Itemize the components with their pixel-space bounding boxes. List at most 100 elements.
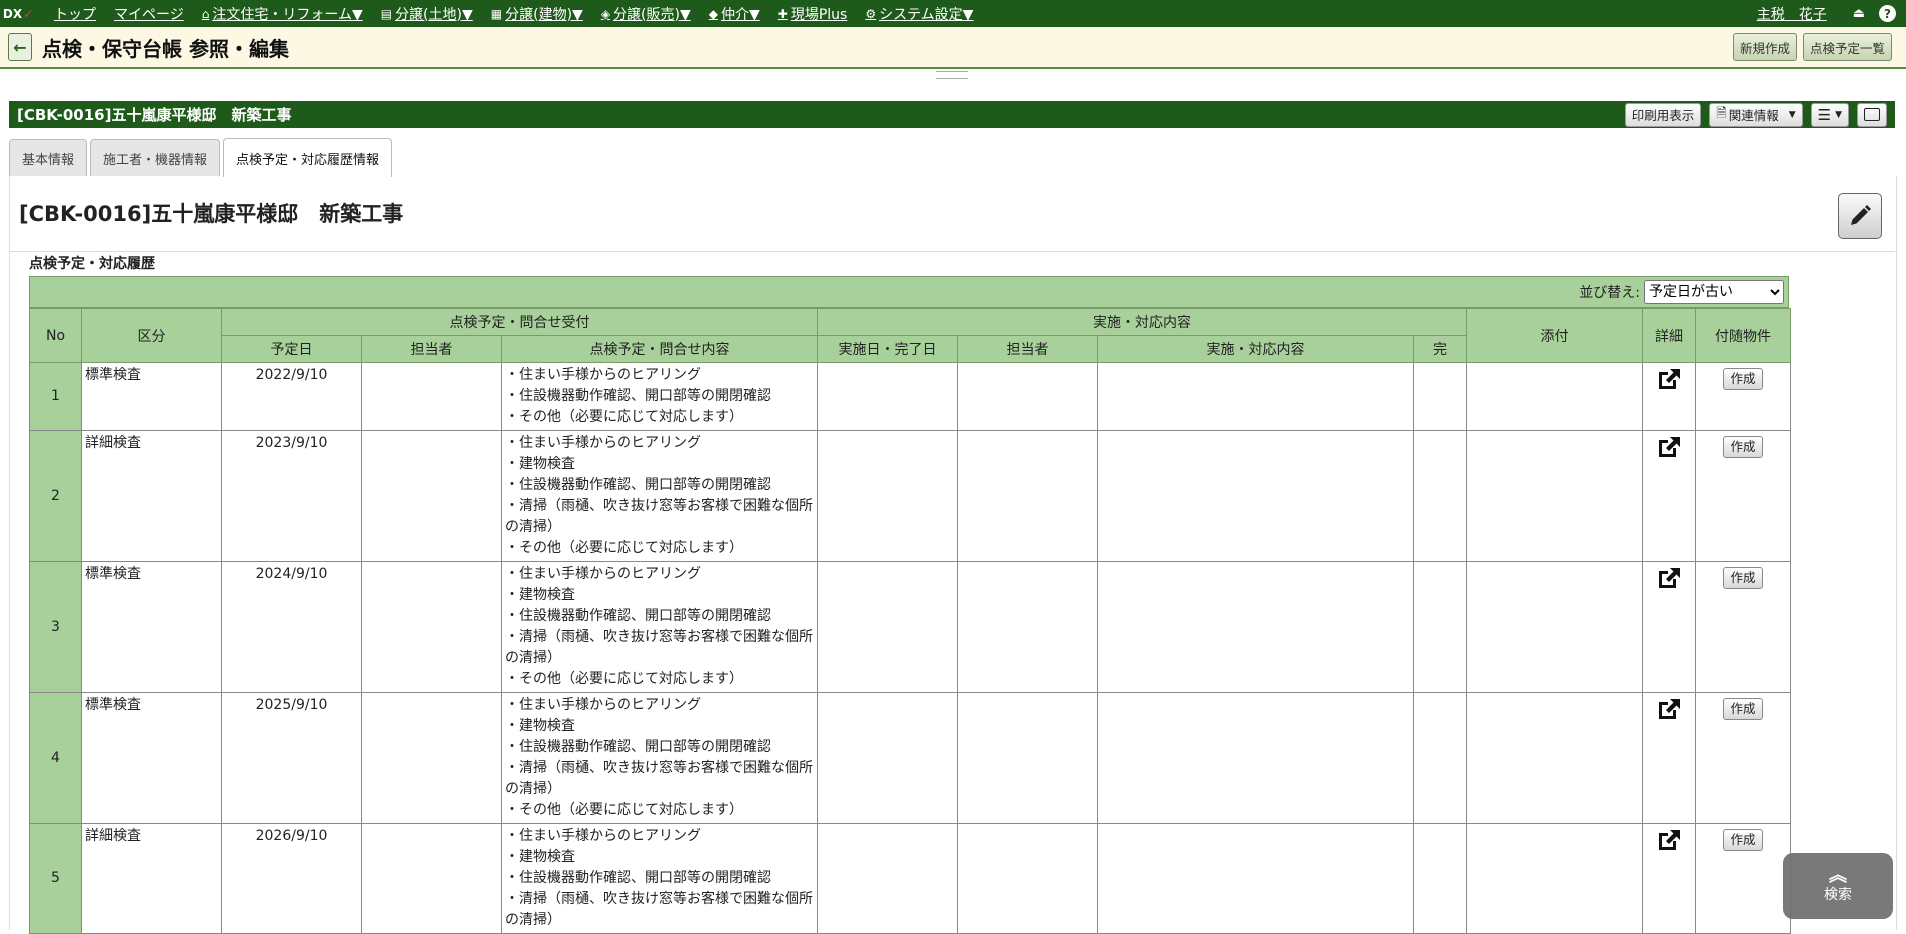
row-exec-content xyxy=(1097,362,1414,431)
col-kubun: 区分 xyxy=(81,308,222,363)
search-label: 検索 xyxy=(1824,887,1852,903)
col-exec-date: 実施日・完了日 xyxy=(817,335,958,363)
app-logo[interactable]: DX ✓ xyxy=(0,0,36,27)
content-line: ・清掃（雨樋、吹き抜け窓等お客様で困難な個所の清掃） xyxy=(505,760,813,797)
logout-icon[interactable]: ⏏ xyxy=(1853,6,1865,21)
row-exec-date xyxy=(817,823,958,934)
row-plan-person xyxy=(361,692,502,824)
create-button[interactable]: 作成 xyxy=(1723,698,1763,720)
row-no: 5 xyxy=(29,823,82,934)
col-plan-content: 点検予定・問合せ内容 xyxy=(501,335,818,363)
content-line: ・住まい手様からのヒアリング xyxy=(505,828,701,844)
external-link-icon[interactable] xyxy=(1656,566,1682,597)
nav-item[interactable]: ⌂ 注文住宅・リフォーム▼ xyxy=(202,4,363,24)
row-exec-person xyxy=(957,823,1098,934)
content-line: ・住設機器動作確認、開口部等の開閉確認 xyxy=(505,870,771,886)
table-row: 3 標準検査 2024/9/10 ・住まい手様からのヒアリング ・建物検査 ・住設機器動作… xyxy=(29,561,1791,693)
row-plan-date: 2026/9/10 xyxy=(221,823,362,934)
nav-item[interactable]: ◆ 仲介▼ xyxy=(709,4,760,24)
table-row: 5 詳細検査 2026/9/10 ・住まい手様からのヒアリング ・建物検査 ・住設機器動作… xyxy=(29,823,1791,934)
row-property: 作成 xyxy=(1695,823,1791,934)
col-attach: 添付 xyxy=(1466,308,1643,363)
row-exec-content xyxy=(1097,430,1414,562)
create-button[interactable]: 作成 xyxy=(1723,829,1763,851)
content-line: ・住設機器動作確認、開口部等の開閉確認 xyxy=(505,739,771,755)
floating-search-button[interactable]: ︽ 検索 xyxy=(1783,853,1893,919)
row-property: 作成 xyxy=(1695,430,1791,562)
nav-item-label: 注文住宅・リフォーム▼ xyxy=(212,6,363,23)
help-icon[interactable]: ? xyxy=(1879,5,1896,22)
row-attach xyxy=(1466,692,1643,824)
new-create-button[interactable]: 新規作成 xyxy=(1732,33,1797,61)
row-done xyxy=(1413,823,1467,934)
row-detail xyxy=(1642,362,1696,431)
row-no: 3 xyxy=(29,561,82,693)
content-line: ・住まい手様からのヒアリング xyxy=(505,566,701,582)
row-detail xyxy=(1642,561,1696,693)
col-no: No xyxy=(29,308,82,363)
page-title: 点検・保守台帳 参照・編集 xyxy=(42,36,289,61)
external-link-icon[interactable] xyxy=(1656,367,1682,398)
row-kubun: 標準検査 xyxy=(81,362,222,431)
row-attach xyxy=(1466,362,1643,431)
col-plan-date: 予定日 xyxy=(221,335,362,363)
nav-item[interactable]: ▤ 分譲(土地)▼ xyxy=(381,4,473,24)
hamburger-icon: ☰ xyxy=(1817,105,1832,124)
create-button[interactable]: 作成 xyxy=(1723,368,1763,390)
user-name-link[interactable]: 主税 花子 xyxy=(1757,4,1827,24)
row-no: 4 xyxy=(29,692,82,824)
row-done xyxy=(1413,561,1467,693)
col-property: 付随物件 xyxy=(1695,308,1791,363)
row-kubun: 標準検査 xyxy=(81,561,222,693)
row-plan-content: ・住まい手様からのヒアリング ・建物検査 ・住設機器動作確認、開口部等の開閉確認 ・清… xyxy=(501,561,818,693)
content-line: ・その他（必要に応じて対応します） xyxy=(505,409,743,425)
nav-item-label: 分譲(建物)▼ xyxy=(505,6,583,23)
row-attach xyxy=(1466,823,1643,934)
record-header-bar: [CBK-0016]五十嵐康平様邸 新築工事 印刷用表示 🗎 関連情報 ▼ ☰ … xyxy=(9,101,1895,128)
nav-item[interactable]: トップ xyxy=(54,4,96,24)
nav-item[interactable]: ▦ 分譲(建物)▼ xyxy=(491,4,583,24)
create-button[interactable]: 作成 xyxy=(1723,436,1763,458)
nav-item[interactable]: マイページ xyxy=(114,4,184,24)
content-line: ・住まい手様からのヒアリング xyxy=(505,697,701,713)
tab-builder-equipment[interactable]: 施工者・機器情報 xyxy=(90,139,221,176)
content-line: ・住まい手様からのヒアリング xyxy=(505,435,701,451)
tab-basic-info[interactable]: 基本情報 xyxy=(9,139,88,176)
nav-item[interactable]: ✚ 現場Plus xyxy=(778,4,848,24)
row-plan-date: 2024/9/10 xyxy=(221,561,362,693)
row-property: 作成 xyxy=(1695,362,1791,431)
row-plan-person xyxy=(361,561,502,693)
row-exec-content xyxy=(1097,561,1414,693)
nav-item-label: システム設定▼ xyxy=(879,6,974,23)
create-button[interactable]: 作成 xyxy=(1723,567,1763,589)
row-plan-content: ・住まい手様からのヒアリング ・建物検査 ・住設機器動作確認、開口部等の開閉確認 ・清… xyxy=(501,823,818,934)
print-view-button[interactable]: 印刷用表示 xyxy=(1624,102,1702,127)
nav-item[interactable]: ⚙ システム設定▼ xyxy=(865,4,973,24)
back-button[interactable]: ← xyxy=(8,33,32,61)
external-link-icon[interactable] xyxy=(1656,697,1682,728)
external-link-icon[interactable] xyxy=(1656,435,1682,466)
maximize-button[interactable] xyxy=(1857,102,1887,127)
table-row: 1 標準検査 2022/9/10 ・住まい手様からのヒアリング ・住設機器動作確認、開口… xyxy=(29,362,1791,431)
content-line: ・建物検査 xyxy=(505,718,575,734)
content-line: ・住設機器動作確認、開口部等の開閉確認 xyxy=(505,388,771,404)
related-info-button[interactable]: 🗎 関連情報 ▼ xyxy=(1709,102,1803,127)
col-group-plan: 点検予定・問合せ受付 xyxy=(221,308,818,336)
menu-button[interactable]: ☰ ▼ xyxy=(1810,102,1849,127)
tab-inspection-history[interactable]: 点検予定・対応履歴情報 xyxy=(223,138,393,177)
row-plan-content: ・住まい手様からのヒアリング ・住設機器動作確認、開口部等の開閉確認 ・その他（必要… xyxy=(501,362,818,431)
resize-grip[interactable] xyxy=(936,71,968,79)
row-exec-person xyxy=(957,362,1098,431)
sort-select[interactable]: 予定日が古い xyxy=(1644,280,1784,304)
land-icon: ▤ xyxy=(380,6,393,21)
row-detail xyxy=(1642,823,1696,934)
nav-item[interactable]: ◈ 分譲(販売)▼ xyxy=(601,4,691,24)
edit-button[interactable] xyxy=(1838,193,1882,239)
inspection-list-button[interactable]: 点検予定一覧 xyxy=(1802,33,1892,61)
row-exec-content xyxy=(1097,823,1414,934)
tab-bar: 基本情報 施工者・機器情報 点検予定・対応履歴情報 xyxy=(9,138,395,177)
row-done xyxy=(1413,430,1467,562)
external-link-icon[interactable] xyxy=(1656,828,1682,859)
col-exec-content: 実施・対応内容 xyxy=(1097,335,1414,363)
nav-item-label: 現場Plus xyxy=(790,6,848,23)
